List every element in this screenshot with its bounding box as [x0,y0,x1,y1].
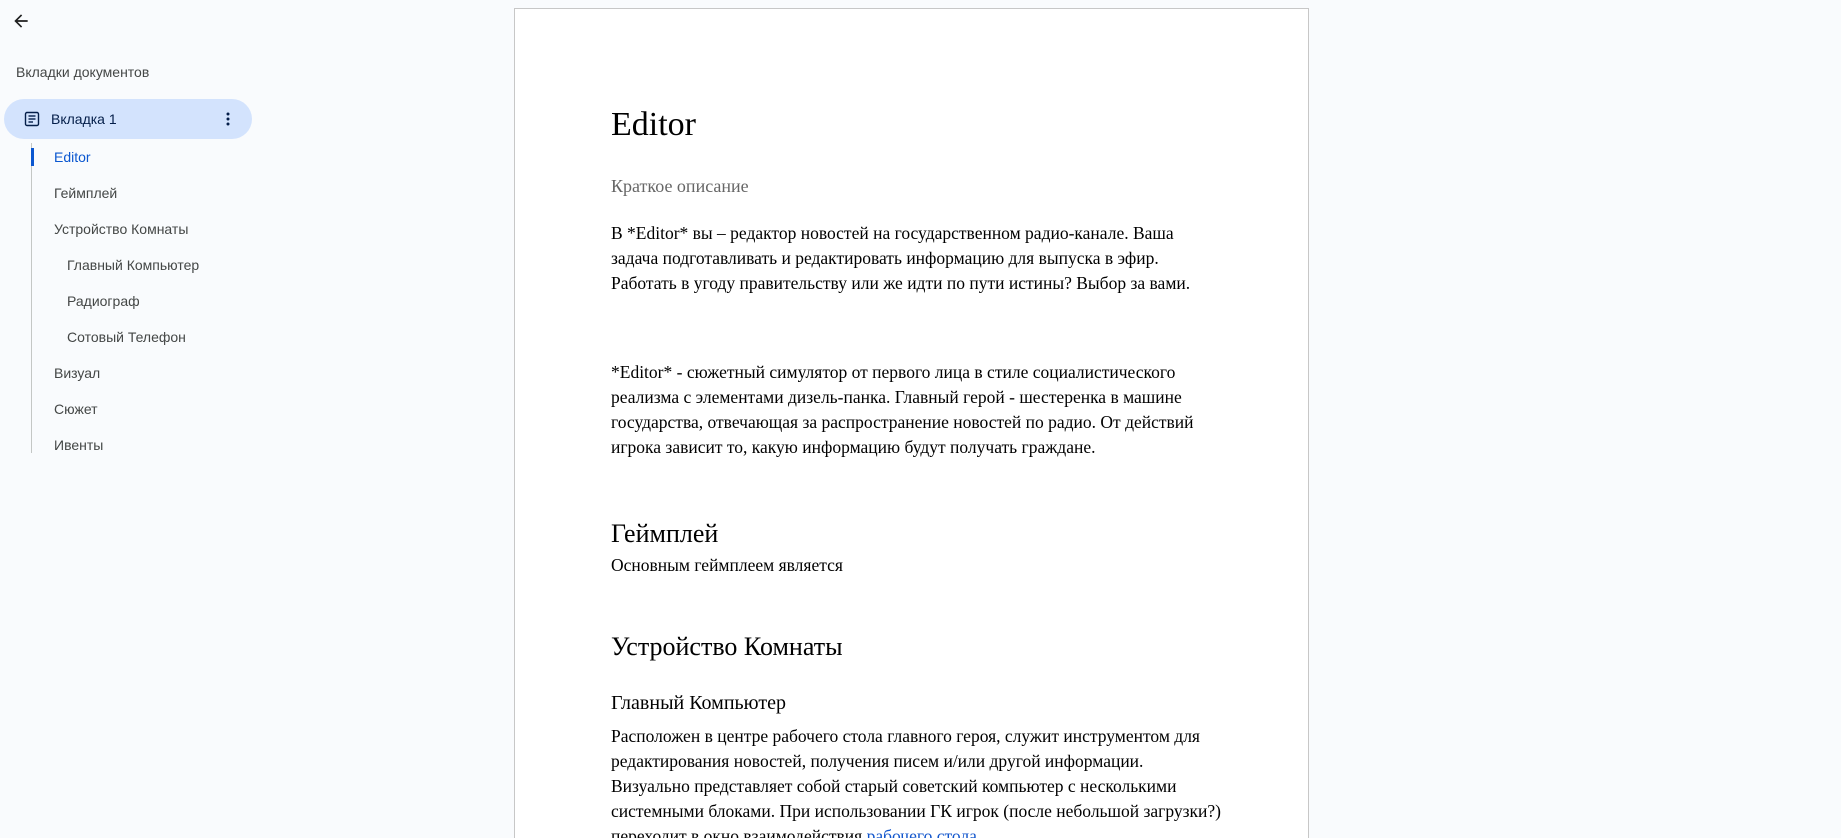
doc-subtitle: Краткое описание [611,176,749,196]
doc-paragraph-intro: В *Editor* вы – редактор новостей на гос… [611,223,1191,293]
outline-item-plot[interactable]: Сюжет [54,399,98,419]
doc-paragraph-description: *Editor* - сюжетный симулятор от первого… [611,362,1194,457]
docs-app: Вкладки документов Вкладка 1 Editor Гейм… [0,0,1841,838]
doc-title: Editor [611,106,696,143]
outline-item-gameplay[interactable]: Геймплей [54,183,117,203]
doc-computer-text: Расположен в центре рабочего стола главн… [611,726,1222,838]
doc-heading-gameplay: Геймплей [611,519,719,548]
doc-paragraph-computer: Расположен в центре рабочего стола главн… [611,724,1221,838]
more-vert-icon[interactable] [218,109,238,129]
arrow-back-icon [14,14,28,28]
doc-link-desktop[interactable]: рабочего стола. [867,826,982,838]
sidebar-heading: Вкладки документов [16,64,150,80]
document-page[interactable]: Editor Краткое описание В *Editor* вы – … [514,8,1309,838]
outline-item-room[interactable]: Устройство Комнаты [54,219,188,239]
outline-item-visual[interactable]: Визуал [54,363,100,383]
doc-icon [24,111,40,127]
back-button[interactable] [8,8,34,34]
outline-item-events[interactable]: Ивенты [54,435,103,455]
document-tabs-sidebar: Вкладки документов Вкладка 1 Editor Гейм… [0,0,260,838]
tab-label: Вкладка 1 [51,111,117,127]
doc-gameplay-text: Основным геймплеем является [611,555,843,575]
outline-active-indicator [31,148,34,166]
outline-item-radiograph[interactable]: Радиограф [67,291,140,311]
tab-item-1[interactable]: Вкладка 1 [4,99,252,139]
outline-item-cell-phone[interactable]: Сотовый Телефон [67,327,186,347]
doc-heading-room: Устройство Комнаты [611,632,843,661]
outline-item-editor[interactable]: Editor [54,147,91,167]
outline-item-main-computer[interactable]: Главный Компьютер [67,255,199,275]
document-outline: Editor Геймплей Устройство Комнаты Главн… [31,143,252,453]
doc-heading-main-computer: Главный Компьютер [611,692,786,714]
